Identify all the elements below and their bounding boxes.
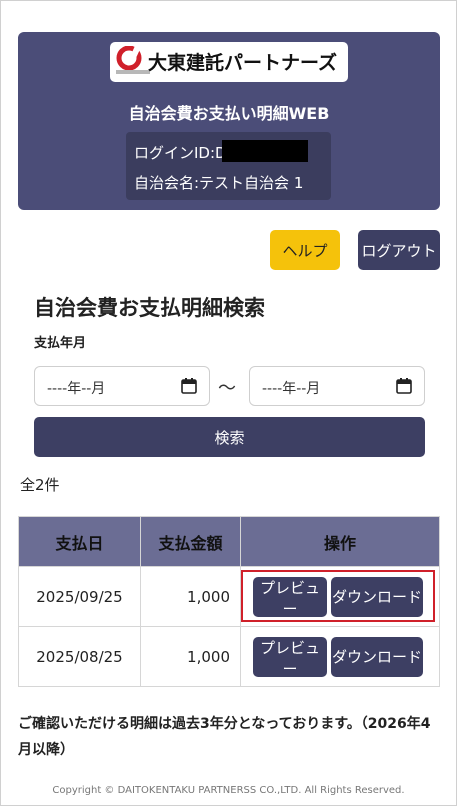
range-separator: 〜 xyxy=(218,378,236,399)
column-header-date: 支払日 xyxy=(18,516,141,567)
association-name: 自治会名:テスト自治会 1 xyxy=(134,174,304,192)
column-header-amount: 支払金額 xyxy=(140,516,241,567)
actions-cell: プレビューダウンロード xyxy=(240,566,440,627)
site-header: 大東建託パートナーズ 自治会費お支払い明細WEB ログインID:D 自治会名:テ… xyxy=(18,32,440,210)
logo-text: 大東建託パートナーズ xyxy=(148,52,338,74)
login-info-box: ログインID:D 自治会名:テスト自治会 1 xyxy=(126,132,331,200)
payment-date-cell: 2025/09/25 xyxy=(18,566,141,627)
results-table: 支払日 支払金額 操作 2025/09/25 1,000 プレビューダウンロード… xyxy=(18,516,440,687)
search-button[interactable]: 検索 xyxy=(34,417,425,457)
download-button[interactable]: ダウンロード xyxy=(331,636,423,677)
table-header-row: 支払日 支払金額 操作 xyxy=(18,516,440,567)
preview-button[interactable]: プレビュー xyxy=(253,636,327,678)
logo-tagline-mark xyxy=(116,70,150,74)
month-to-input[interactable]: ----年--月 xyxy=(249,366,425,406)
result-count: 全2件 xyxy=(20,476,60,494)
download-button[interactable]: ダウンロード xyxy=(331,576,423,617)
preview-button[interactable]: プレビュー xyxy=(253,576,327,618)
month-from-value: ----年--月 xyxy=(47,381,106,397)
actions-cell: プレビューダウンロード xyxy=(240,626,440,687)
table-row: 2025/08/25 1,000 プレビューダウンロード xyxy=(18,626,440,687)
copyright-text: Copyright © DAITOKENTAKU PARTNERSS CO.,L… xyxy=(52,785,405,796)
login-id-label: ログインID:D xyxy=(134,144,227,162)
help-button[interactable]: ヘルプ xyxy=(270,230,340,270)
column-header-actions: 操作 xyxy=(240,516,440,567)
logo-mark-icon xyxy=(116,46,142,70)
payment-amount-cell: 1,000 xyxy=(140,566,241,627)
payment-date-cell: 2025/08/25 xyxy=(18,626,141,687)
redacted-login-id xyxy=(222,140,308,162)
logout-button[interactable]: ログアウト xyxy=(358,230,440,270)
table-row: 2025/09/25 1,000 プレビューダウンロード xyxy=(18,566,440,627)
month-from-input[interactable]: ----年--月 xyxy=(34,366,210,406)
retention-note: ご確認いただける明細は過去3年分となっております。（2026年4月以降） xyxy=(18,716,431,758)
month-to-value: ----年--月 xyxy=(262,381,321,397)
company-logo: 大東建託パートナーズ xyxy=(110,42,348,82)
app-title: 自治会費お支払い明細WEB xyxy=(128,104,330,123)
payment-month-label: 支払年月 xyxy=(34,336,87,351)
search-section-title: 自治会費お支払明細検索 xyxy=(34,296,265,320)
calendar-icon[interactable] xyxy=(181,378,197,394)
payment-amount-cell: 1,000 xyxy=(140,626,241,687)
calendar-icon[interactable] xyxy=(396,378,412,394)
